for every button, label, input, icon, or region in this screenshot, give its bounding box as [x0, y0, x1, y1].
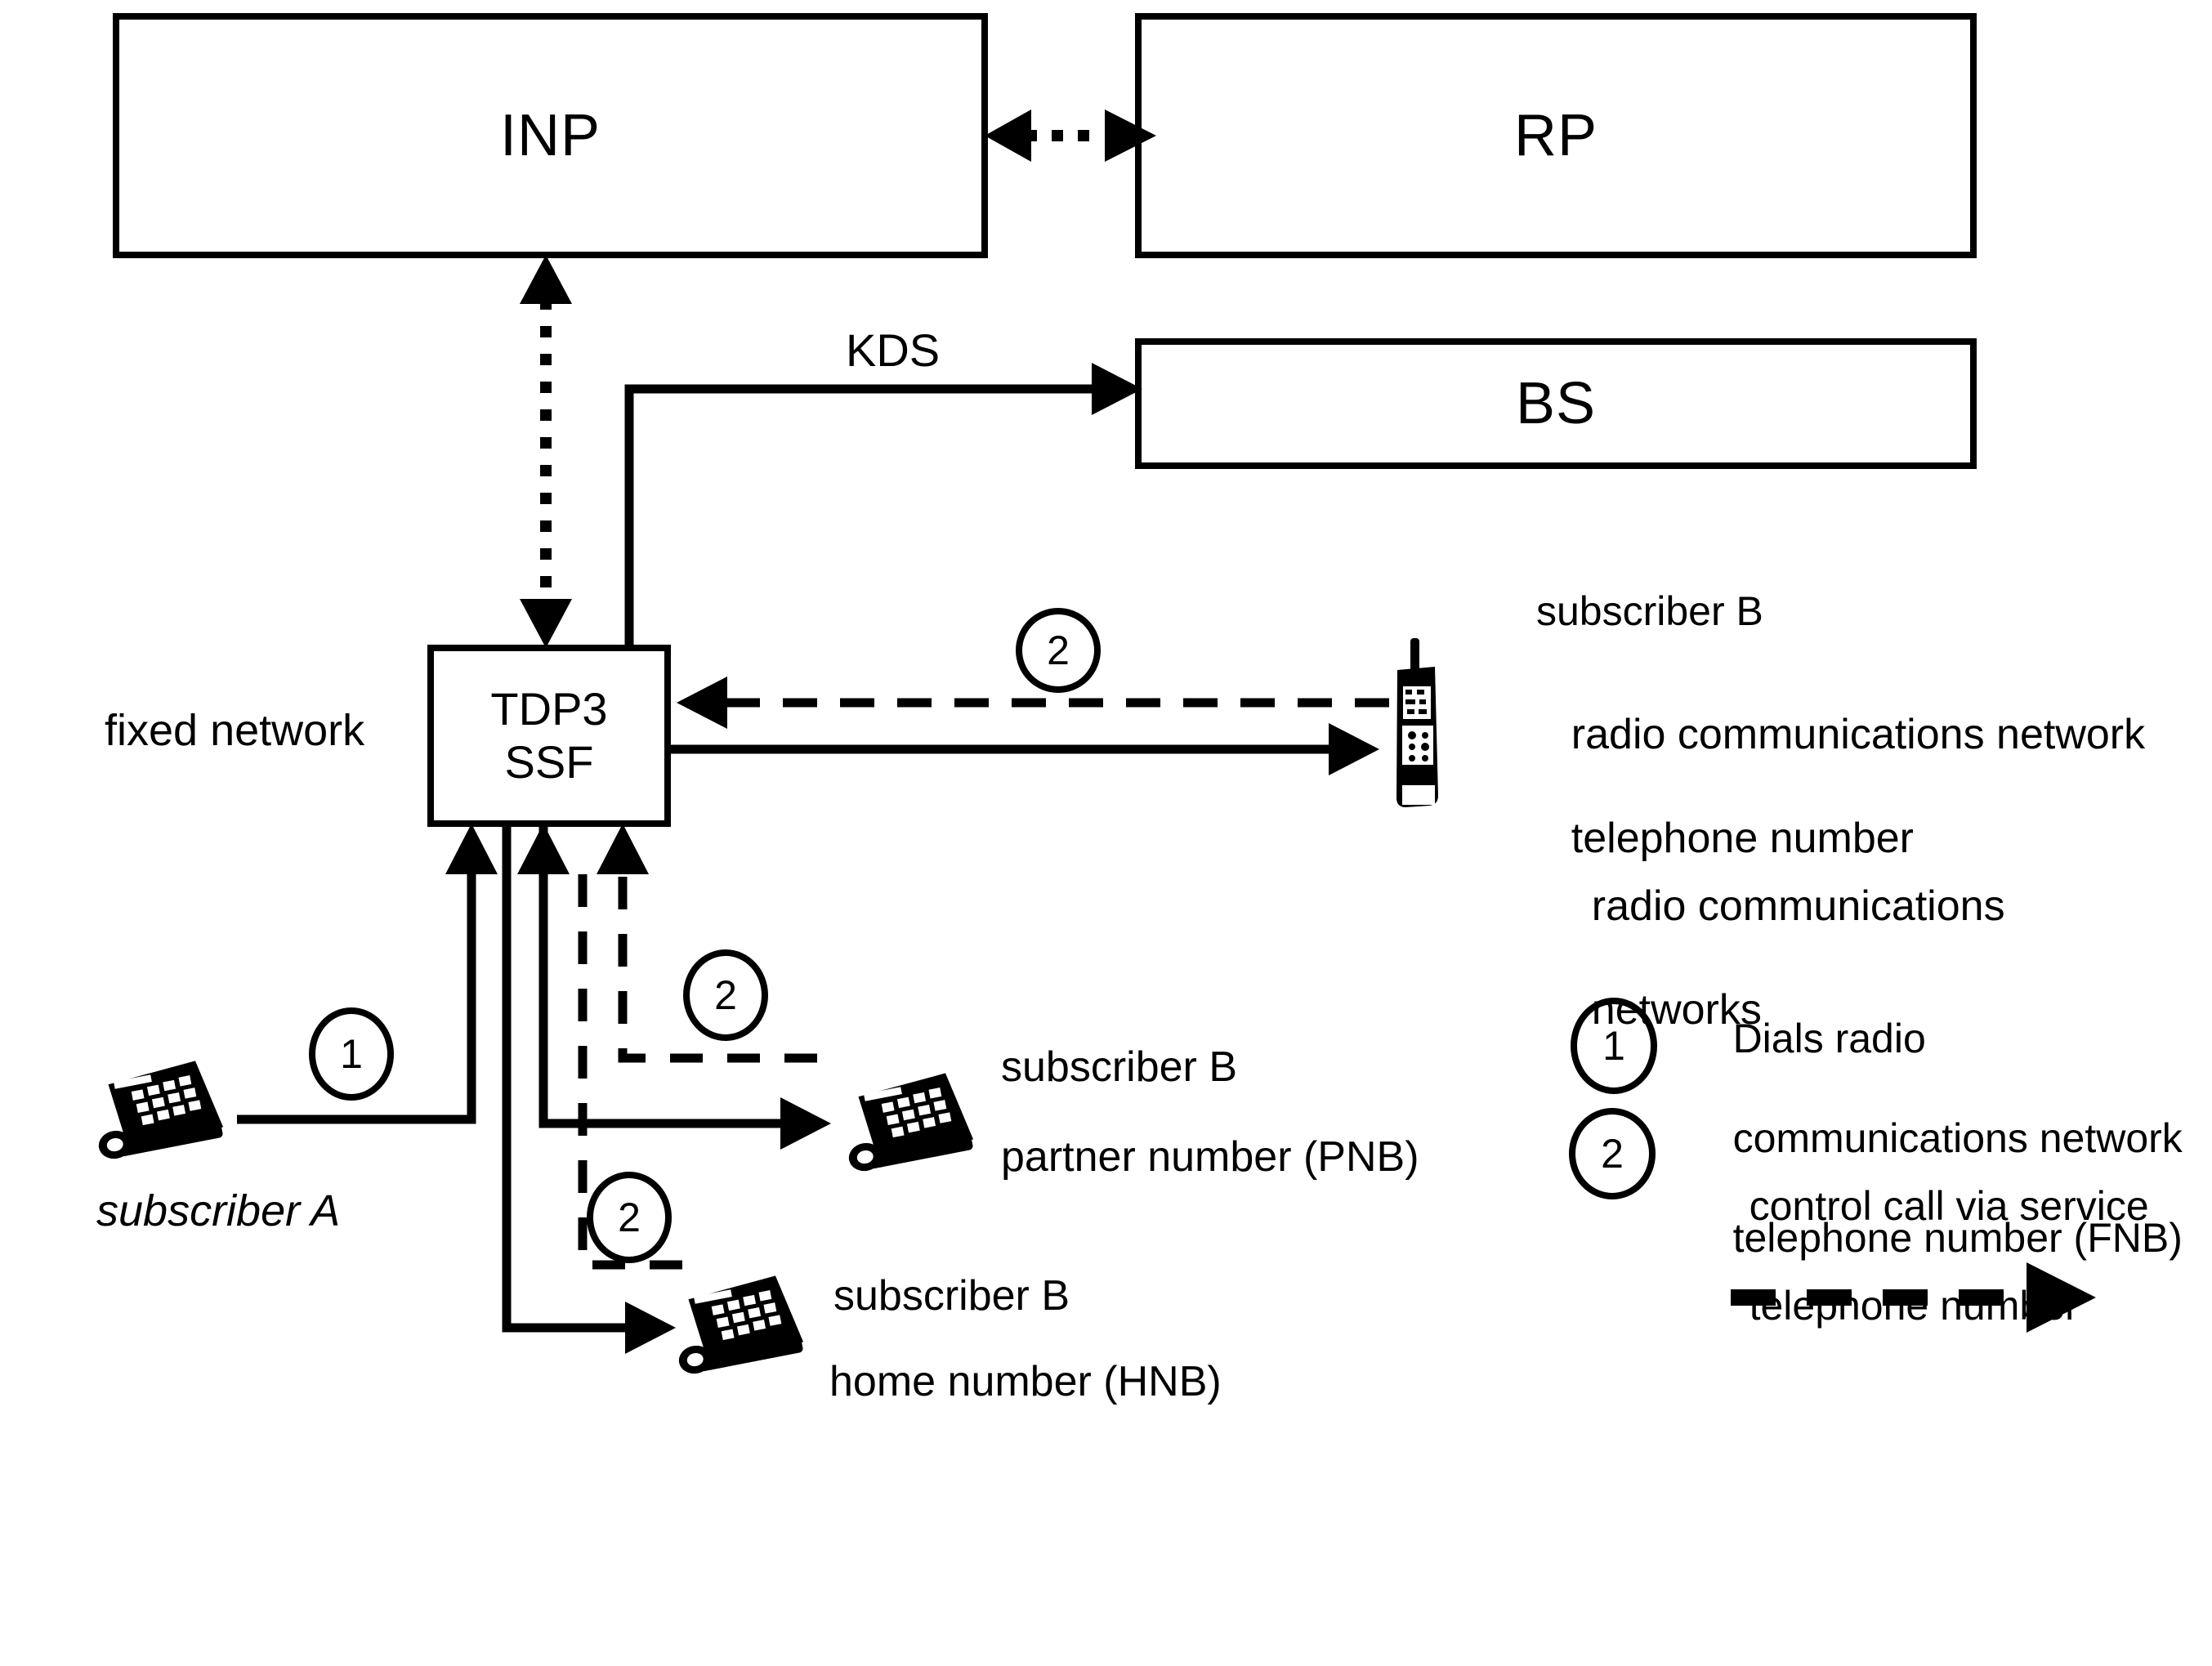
step-marker-circles-layer [309, 608, 1657, 1263]
mobile-phone-icon-subscriber-b [1396, 638, 1438, 807]
legend-marker-1: 1 [1602, 1023, 1625, 1069]
desk-phone-icon-subscriber-a [98, 1061, 224, 1159]
diagram-canvas: INP RP BS TDP3 SSF KDS fixed network sub… [0, 0, 2212, 1666]
legend-marker-2: 2 [1601, 1131, 1624, 1177]
desk-phone-icon-home-number [678, 1275, 804, 1374]
step-marker-2-partner: 2 [714, 972, 737, 1018]
step-marker-2-home: 2 [618, 1195, 641, 1240]
step-marker-1-subscriberA: 1 [340, 1031, 363, 1077]
step-marker-2-mobile: 2 [1047, 628, 1070, 673]
desk-phone-icon-partner-number [848, 1073, 974, 1172]
